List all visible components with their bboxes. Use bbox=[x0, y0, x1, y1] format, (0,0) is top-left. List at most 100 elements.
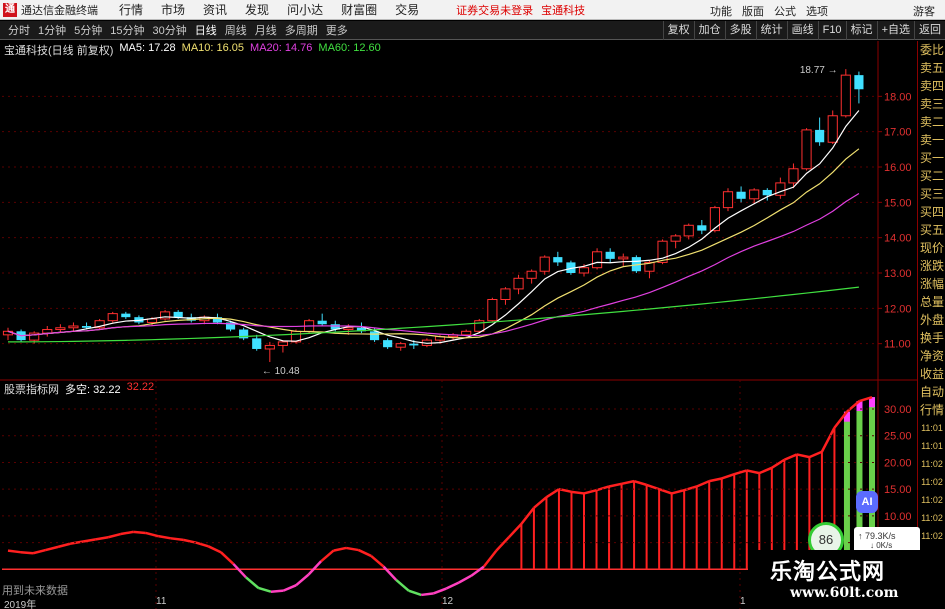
side-panel-item: 卖四 bbox=[919, 79, 944, 93]
period-weekly[interactable]: 周线 bbox=[221, 22, 251, 38]
indicator-segment bbox=[458, 574, 472, 584]
indicator-segment bbox=[195, 541, 209, 548]
period-more[interactable]: 更多 bbox=[322, 22, 352, 38]
side-panel-item: 买三 bbox=[919, 187, 944, 201]
menu-market[interactable]: 市场 bbox=[152, 1, 194, 18]
side-panel-item: 卖五 bbox=[919, 61, 944, 75]
tool-draw[interactable]: 画线 bbox=[786, 21, 818, 40]
side-panel-item: 涨跌 bbox=[919, 259, 944, 273]
stock-name-title: 宝通科技 bbox=[541, 4, 586, 17]
candle-body-down bbox=[252, 338, 262, 349]
candle-body-up bbox=[618, 256, 629, 260]
menu-options[interactable]: 选项 bbox=[801, 3, 833, 19]
tool-add[interactable]: 加仓 bbox=[693, 21, 725, 40]
period-tick[interactable]: 分时 bbox=[4, 22, 34, 38]
indicator-line bbox=[7, 395, 873, 597]
candle-body-up bbox=[683, 224, 694, 237]
ma-legend-title: 宝通科技(日线 前复权) bbox=[4, 45, 114, 57]
indicator-segment bbox=[571, 490, 585, 495]
candle-body-up bbox=[592, 251, 603, 269]
period-5min[interactable]: 5分钟 bbox=[70, 22, 106, 38]
period-15min[interactable]: 15分钟 bbox=[106, 22, 148, 38]
side-panel-item: 收益 bbox=[919, 367, 944, 381]
menu-wealth[interactable]: 财富圈 bbox=[332, 1, 386, 18]
candle-body-up bbox=[55, 327, 66, 331]
side-panel-item: 外盘 bbox=[919, 313, 944, 327]
kline-chart[interactable]: 18.00 17.00 16.00 15.00 14.00 13.00 12.00 11.00… bbox=[0, 41, 917, 609]
candle-body-up bbox=[513, 277, 524, 290]
side-panel-item: 11:02 bbox=[921, 459, 943, 469]
period-30min[interactable]: 30分钟 bbox=[149, 22, 191, 38]
broker-status[interactable]: 证券交易未登录 bbox=[456, 2, 533, 18]
menu-discover[interactable]: 发现 bbox=[236, 1, 278, 18]
ai-assistant-button[interactable]: AI bbox=[856, 491, 878, 513]
price-tick-label: 14.00 bbox=[884, 233, 912, 245]
app-logo-icon: 通 bbox=[3, 2, 17, 17]
menu-trade[interactable]: 交易 bbox=[386, 1, 428, 18]
candle-body-down bbox=[854, 75, 864, 90]
indicator-segment bbox=[671, 489, 685, 495]
ma10-line bbox=[7, 148, 860, 339]
indicator-segment bbox=[608, 482, 622, 488]
period-monthly[interactable]: 月线 bbox=[251, 22, 281, 38]
candle-body-up bbox=[343, 327, 354, 331]
indicator-segment bbox=[708, 477, 722, 483]
tool-f10[interactable]: F10 bbox=[817, 21, 846, 40]
ma60-label: MA60: 12.60 bbox=[318, 42, 381, 54]
menu-quotes[interactable]: 行情 bbox=[110, 1, 152, 18]
indicator-segment bbox=[658, 487, 673, 495]
tool-add-watchlist[interactable]: +自选 bbox=[876, 21, 914, 40]
menu-news[interactable]: 资讯 bbox=[194, 1, 236, 18]
indicator-segment bbox=[345, 546, 359, 552]
candle-body-down bbox=[409, 343, 419, 346]
candle-body-down bbox=[553, 257, 563, 263]
indicator-segment bbox=[232, 563, 247, 579]
tool-adjust[interactable]: 复权 bbox=[662, 21, 694, 40]
tool-back[interactable]: 返回 bbox=[914, 21, 945, 40]
ma10-label: MA10: 16.05 bbox=[181, 42, 245, 54]
indicator-segment bbox=[596, 485, 610, 492]
menu-formula[interactable]: 公式 bbox=[769, 3, 801, 19]
menu-ask[interactable]: 问小达 bbox=[278, 1, 332, 18]
indicator-segment bbox=[107, 532, 122, 539]
candle-body-up bbox=[801, 129, 812, 170]
side-panel-item: 11:02 bbox=[921, 531, 943, 541]
side-panel-item: 11:02 bbox=[921, 477, 943, 487]
candle-body-up bbox=[526, 270, 537, 279]
candle-body-up bbox=[578, 267, 590, 274]
side-panel-item: 自动 bbox=[919, 385, 944, 399]
candle-body-down bbox=[736, 191, 746, 199]
price-tick-label: 17.00 bbox=[884, 127, 912, 139]
candle-body-up bbox=[788, 168, 799, 184]
side-panel-item: 总量 bbox=[919, 295, 944, 309]
indicator-segment bbox=[82, 538, 96, 543]
indicator-tick-label: 30.00 bbox=[884, 404, 912, 416]
ma20-line bbox=[7, 192, 860, 337]
price-tick-label: 12.00 bbox=[884, 303, 912, 315]
period-1min[interactable]: 1分钟 bbox=[34, 22, 70, 38]
indicator-segment bbox=[633, 479, 647, 487]
tool-multi-stock[interactable]: 多股 bbox=[724, 21, 756, 40]
candle-body-down bbox=[121, 313, 131, 318]
side-panel-item: 买五 bbox=[919, 223, 944, 237]
candle-body-up bbox=[461, 330, 472, 336]
menu-layout[interactable]: 版面 bbox=[737, 3, 769, 19]
candle-body-down bbox=[697, 225, 707, 231]
menu-function[interactable]: 功能 bbox=[705, 3, 737, 19]
indicator-segment bbox=[358, 548, 372, 558]
candle-body-down bbox=[369, 331, 380, 341]
candle-body-up bbox=[107, 313, 118, 322]
side-panel-item: 净资 bbox=[919, 349, 944, 363]
side-panel-item: 买一 bbox=[919, 151, 944, 165]
period-toolbar: 分时 1分钟 5分钟 15分钟 30分钟 日线 周线 月线 多周期 更多 复权 … bbox=[0, 21, 945, 40]
price-tick-label: 15.00 bbox=[884, 197, 912, 209]
guest-login[interactable]: 游客 bbox=[913, 3, 935, 19]
side-panel-item: 行情 bbox=[919, 403, 944, 417]
period-daily[interactable]: 日线 bbox=[191, 22, 221, 38]
indicator-name[interactable]: 股票指标网 bbox=[4, 381, 59, 397]
indicator-segment bbox=[95, 536, 109, 541]
candle-body-up bbox=[749, 189, 760, 200]
period-multi[interactable]: 多周期 bbox=[281, 22, 322, 38]
tool-stats[interactable]: 统计 bbox=[755, 21, 787, 40]
tool-mark[interactable]: 标记 bbox=[845, 21, 877, 40]
